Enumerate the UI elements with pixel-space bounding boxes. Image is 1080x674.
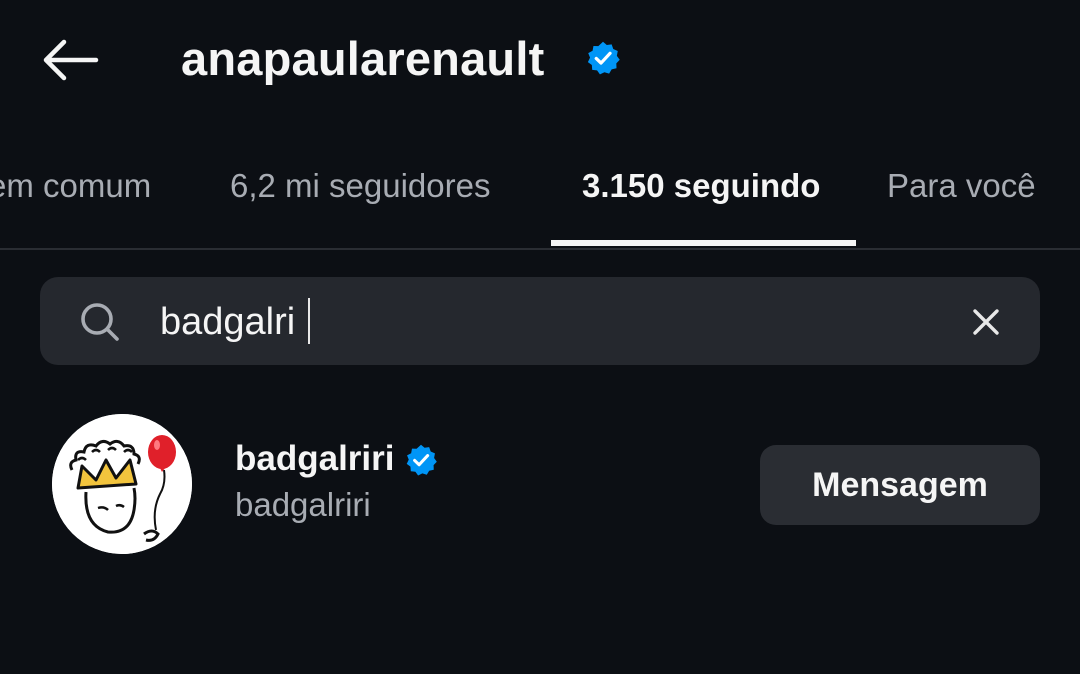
profile-username: anapaularenault [181, 32, 545, 85]
active-tab-indicator [551, 240, 856, 246]
tab-em-comum[interactable]: em comum [0, 166, 151, 206]
message-button[interactable]: Mensagem [760, 445, 1040, 525]
header: anapaularenault [0, 0, 1080, 120]
verified-badge-icon [587, 41, 620, 75]
search-icon [81, 303, 119, 341]
close-icon [973, 309, 999, 335]
tab-seguidores[interactable]: 6,2 mi seguidores [230, 166, 490, 206]
verified-badge-icon [406, 444, 437, 476]
avatar-drawing-icon [52, 414, 192, 554]
list-item[interactable]: badgalriri badgalriri Mensagem [0, 405, 1080, 565]
tab-seguindo[interactable]: 3.150 seguindo [582, 166, 820, 206]
tab-bar: em comum 6,2 mi seguidores 3.150 seguind… [0, 150, 1080, 250]
text-cursor [308, 298, 310, 344]
back-button[interactable] [38, 36, 102, 84]
avatar[interactable] [52, 414, 192, 554]
search-input[interactable] [160, 296, 920, 348]
clear-search-button[interactable] [966, 302, 1006, 342]
following-screen: anapaularenault em comum 6,2 mi seguidor… [0, 0, 1080, 674]
result-name[interactable]: badgalriri [235, 437, 394, 481]
tab-para-voce[interactable]: Para você [887, 166, 1036, 206]
result-handle: badgalriri [235, 486, 371, 523]
arrow-left-icon [43, 39, 99, 81]
